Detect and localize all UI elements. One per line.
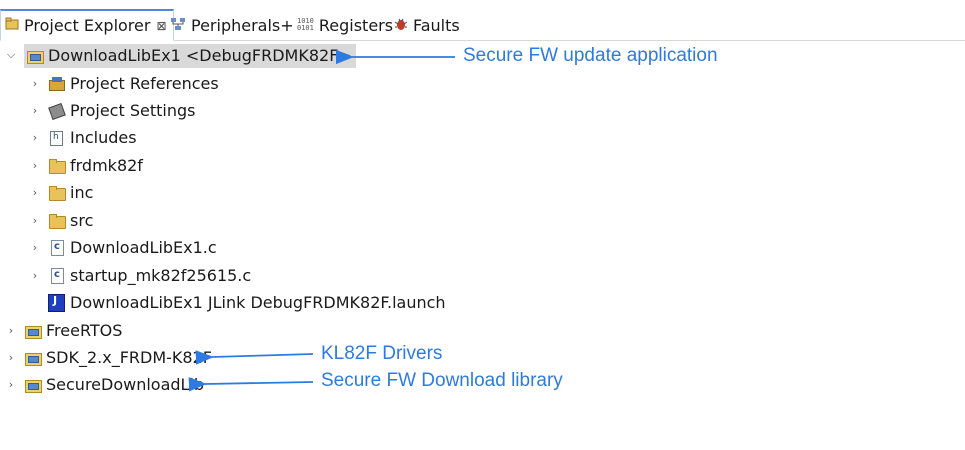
- arrow-kl82f-drivers: [195, 350, 314, 365]
- annotation-secure-fw-update: Secure FW update application: [463, 45, 718, 66]
- annotation-kl82f-drivers: KL82F Drivers: [321, 343, 443, 364]
- annotation-secure-fw-download: Secure FW Download library: [321, 370, 563, 391]
- arrow-secure-fw-download: [188, 377, 314, 392]
